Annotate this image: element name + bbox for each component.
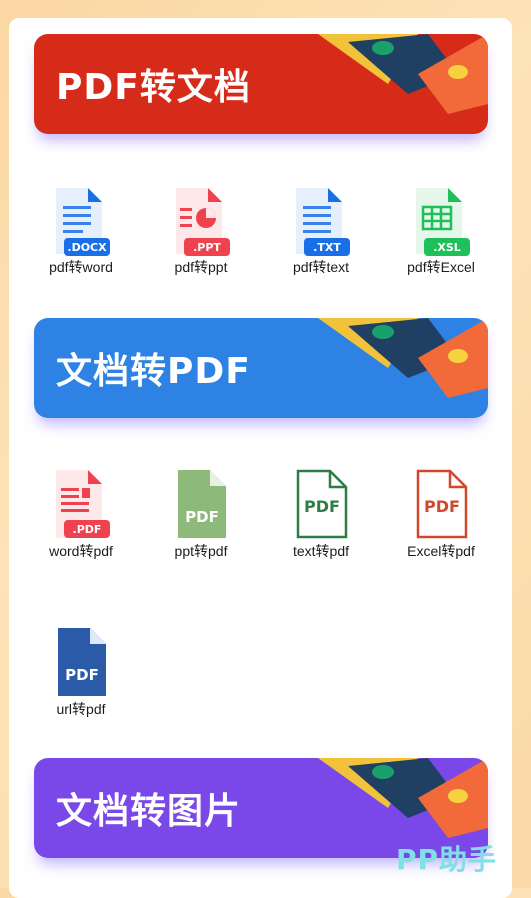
tool-label: text转pdf [292, 543, 350, 559]
tool-label: pdf转word [49, 259, 113, 275]
tool-label: url转pdf [56, 701, 106, 717]
xsl-file-icon: .XSL [416, 188, 470, 256]
svg-text:.DOCX: .DOCX [67, 241, 107, 254]
green-pdf-file-icon: PDF [178, 470, 226, 538]
ppt-file-icon: .PPT [176, 188, 230, 256]
tool-pdf-to-word[interactable]: .DOCX pdf转word [26, 186, 136, 277]
svg-text:PDF: PDF [185, 508, 219, 526]
tool-label: word转pdf [49, 543, 113, 559]
tool-label: pdf转text [292, 259, 350, 275]
tool-excel-to-pdf[interactable]: PDF Excel转pdf [386, 468, 496, 561]
tool-pdf-to-ppt[interactable]: .PPT pdf转ppt [146, 186, 256, 277]
svg-text:.XSL: .XSL [433, 241, 461, 254]
banner-title: 文档转PDF [56, 351, 251, 392]
tool-label: pdf转ppt [174, 259, 228, 275]
svg-text:.PPT: .PPT [193, 241, 221, 254]
banner-doc-to-pdf[interactable]: 文档转PDF [34, 318, 488, 418]
outline-pdf-file-icon: PDF [296, 469, 348, 539]
tool-label: pdf转Excel [407, 259, 475, 275]
tool-pdf-to-excel[interactable]: .XSL pdf转Excel [386, 186, 496, 277]
tool-label: Excel转pdf [407, 543, 475, 559]
tool-pdf-to-text[interactable]: .TXT pdf转text [266, 186, 376, 277]
watermark-logo: PP助手 [396, 843, 498, 876]
banner-decoration-icon [318, 318, 488, 398]
tool-label: ppt转pdf [174, 543, 228, 559]
txt-file-icon: .TXT [296, 188, 350, 256]
svg-text:.TXT: .TXT [313, 241, 341, 254]
tool-ppt-to-pdf[interactable]: PDF ppt转pdf [146, 468, 256, 561]
banner-title: 文档转图片 [56, 791, 242, 832]
tool-word-to-pdf[interactable]: .PDF word转pdf [26, 468, 136, 561]
banner-title: PDF转文档 [56, 67, 251, 108]
tool-url-to-pdf[interactable]: PDF url转pdf [26, 626, 136, 719]
svg-text:.PDF: .PDF [73, 523, 102, 536]
banner-decoration-icon [318, 34, 488, 114]
blue-pdf-file-icon: PDF [58, 628, 106, 696]
tool-text-to-pdf[interactable]: PDF text转pdf [266, 468, 376, 561]
banner-pdf-to-doc[interactable]: PDF转文档 [34, 34, 488, 134]
docx-file-icon: .DOCX [56, 188, 110, 256]
pdf-file-icon: .PDF [56, 470, 110, 538]
svg-text:PDF: PDF [424, 497, 460, 516]
svg-text:PDF: PDF [65, 666, 99, 684]
red-outline-pdf-file-icon: PDF [416, 469, 468, 539]
svg-text:PDF: PDF [304, 497, 340, 516]
